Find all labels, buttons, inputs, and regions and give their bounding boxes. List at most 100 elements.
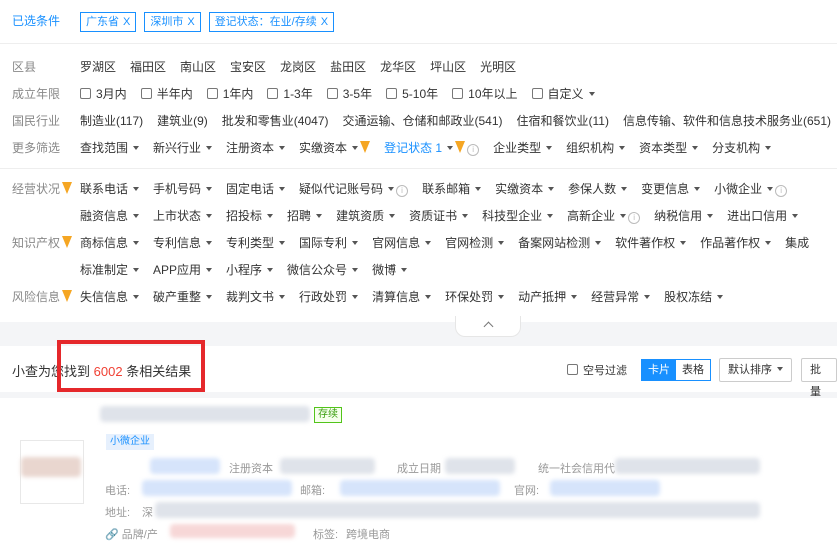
- filter-dropdown[interactable]: 联系邮箱: [422, 178, 482, 200]
- filter-dropdown[interactable]: 实缴资本: [495, 178, 555, 200]
- filter-dropdown[interactable]: 注册资本: [226, 137, 286, 159]
- founded-option[interactable]: 1年内: [206, 83, 253, 105]
- filter-dropdown[interactable]: 变更信息: [641, 178, 701, 200]
- filter-dropdown[interactable]: 分支机构: [712, 137, 772, 159]
- filter-dropdown[interactable]: 软件著作权: [615, 232, 687, 254]
- filter-dropdown[interactable]: 企业类型: [493, 137, 553, 159]
- filter-dropdown[interactable]: 失信信息: [80, 286, 140, 308]
- selected-tag[interactable]: 广东省 X: [80, 12, 137, 32]
- info-icon[interactable]: i: [396, 185, 409, 197]
- filter-dropdown[interactable]: 微信公众号: [287, 259, 359, 281]
- sort-dropdown[interactable]: 默认排序: [719, 358, 792, 382]
- filter-dropdown[interactable]: 实缴资本: [299, 137, 371, 159]
- filter-dropdown[interactable]: 招投标: [226, 205, 274, 227]
- checkbox-icon[interactable]: [140, 88, 152, 99]
- filter-dropdown[interactable]: 经营异常: [591, 286, 651, 308]
- founded-option[interactable]: 3-5年: [326, 83, 372, 105]
- filter-dropdown[interactable]: 建筑资质: [336, 205, 396, 227]
- founded-option[interactable]: 3月内: [80, 83, 127, 105]
- filter-option[interactable]: 批发和零售业(4047): [222, 110, 329, 132]
- filter-dropdown[interactable]: 疑似代记账号码 i: [299, 178, 409, 200]
- view-card-button[interactable]: 卡片: [642, 360, 676, 380]
- filter-dropdown[interactable]: 资质证书: [409, 205, 469, 227]
- filter-option[interactable]: 坪山区: [430, 56, 466, 78]
- checkbox-icon[interactable]: [206, 88, 218, 99]
- filter-option[interactable]: 盐田区: [330, 56, 366, 78]
- view-table-button[interactable]: 表格: [676, 360, 710, 380]
- checkbox-icon[interactable]: [386, 88, 398, 99]
- filter-dropdown[interactable]: 新兴行业: [153, 137, 213, 159]
- filter-dropdown[interactable]: 裁判文书: [226, 286, 286, 308]
- info-icon[interactable]: i: [467, 144, 480, 156]
- filter-dropdown[interactable]: 国际专利: [299, 232, 359, 254]
- filter-dropdown[interactable]: 官网检测: [445, 232, 505, 254]
- filter-dropdown[interactable]: 固定电话: [226, 178, 286, 200]
- tag-value[interactable]: 跨境电商: [346, 526, 390, 542]
- filter-dropdown[interactable]: 科技型企业: [482, 205, 554, 227]
- filter-dropdown[interactable]: 组织机构: [566, 137, 626, 159]
- checkbox-icon[interactable]: [80, 88, 91, 99]
- filter-option[interactable]: 宝安区: [230, 56, 266, 78]
- founded-option[interactable]: 5-10年: [386, 83, 438, 105]
- filter-dropdown[interactable]: 环保处罚: [445, 286, 505, 308]
- result-card[interactable]: 存续 小微企业 注册资本 成立日期 统一社会信用代 电话: 邮箱: 官网: 地址…: [0, 398, 837, 554]
- filter-option[interactable]: 福田区: [130, 56, 166, 78]
- empty-number-filter[interactable]: 空号过滤: [567, 362, 627, 378]
- filter-option[interactable]: 交通运输、仓储和邮政业(541): [343, 110, 503, 132]
- filter-option[interactable]: 龙岗区: [280, 56, 316, 78]
- filter-dropdown[interactable]: 作品著作权: [700, 232, 772, 254]
- filter-option[interactable]: 信息传输、软件和信息技术服务业(651): [623, 110, 831, 132]
- filter-dropdown[interactable]: 手机号码: [153, 178, 213, 200]
- filter-dropdown[interactable]: 小微企业 i: [714, 178, 788, 200]
- checkbox-icon[interactable]: [531, 88, 543, 99]
- filter-dropdown[interactable]: 标准制定: [80, 259, 140, 281]
- filter-option[interactable]: 制造业(117): [80, 110, 143, 132]
- selected-tag[interactable]: 深圳市 X: [144, 12, 201, 32]
- batch-button[interactable]: 批量: [801, 358, 837, 398]
- info-icon[interactable]: i: [628, 212, 641, 224]
- checkbox-icon[interactable]: [567, 364, 578, 375]
- checkbox-icon[interactable]: [326, 88, 338, 99]
- selected-tag[interactable]: 登记状态：在业/存续 X: [208, 12, 335, 32]
- filter-dropdown[interactable]: APP应用: [153, 259, 213, 281]
- checkbox-icon[interactable]: [452, 88, 464, 99]
- close-icon[interactable]: X: [187, 16, 194, 28]
- filter-dropdown[interactable]: 商标信息: [80, 232, 140, 254]
- filter-option[interactable]: 住宿和餐饮业(11): [517, 110, 609, 132]
- filter-dropdown[interactable]: 小程序: [226, 259, 274, 281]
- filter-dropdown[interactable]: 破产重整: [153, 286, 213, 308]
- filter-dropdown[interactable]: 招聘: [287, 205, 323, 227]
- filter-dropdown[interactable]: 股权冻结: [664, 286, 724, 308]
- filter-dropdown[interactable]: 集成: [785, 232, 809, 254]
- filter-dropdown[interactable]: 专利信息: [153, 232, 213, 254]
- filter-option[interactable]: 建筑业(9): [157, 110, 208, 132]
- filter-option[interactable]: 龙华区: [380, 56, 416, 78]
- info-icon[interactable]: i: [775, 185, 788, 197]
- filter-dropdown[interactable]: 官网信息: [372, 232, 432, 254]
- checkbox-icon[interactable]: [267, 88, 279, 99]
- founded-option[interactable]: 半年内: [140, 83, 193, 105]
- filter-option[interactable]: 罗湖区: [80, 56, 116, 78]
- filter-dropdown[interactable]: 微博: [372, 259, 408, 281]
- close-icon[interactable]: X: [123, 16, 130, 28]
- founded-option[interactable]: 10年以上: [452, 83, 518, 105]
- filter-dropdown[interactable]: 清算信息: [372, 286, 432, 308]
- collapse-toggle[interactable]: [455, 316, 521, 337]
- filter-dropdown[interactable]: 参保人数: [568, 178, 628, 200]
- filter-option[interactable]: 南山区: [180, 56, 216, 78]
- filter-dropdown[interactable]: 备案网站检测: [518, 232, 602, 254]
- filter-dropdown[interactable]: 动产抵押: [518, 286, 578, 308]
- filter-option[interactable]: 光明区: [480, 56, 516, 78]
- close-icon[interactable]: X: [321, 16, 328, 28]
- founded-option[interactable]: 自定义: [531, 83, 595, 105]
- filter-dropdown[interactable]: 融资信息: [80, 205, 140, 227]
- filter-dropdown[interactable]: 查找范围: [80, 137, 140, 159]
- filter-dropdown[interactable]: 行政处罚: [299, 286, 359, 308]
- filter-dropdown[interactable]: 资本类型: [639, 137, 699, 159]
- filter-dropdown[interactable]: 高新企业 i: [567, 205, 641, 227]
- filter-dropdown[interactable]: 联系电话: [80, 178, 140, 200]
- founded-option[interactable]: 1-3年: [267, 83, 313, 105]
- filter-dropdown[interactable]: 进出口信用: [727, 205, 799, 227]
- filter-dropdown[interactable]: 登记状态 1 i: [384, 137, 480, 159]
- filter-dropdown[interactable]: 上市状态: [153, 205, 213, 227]
